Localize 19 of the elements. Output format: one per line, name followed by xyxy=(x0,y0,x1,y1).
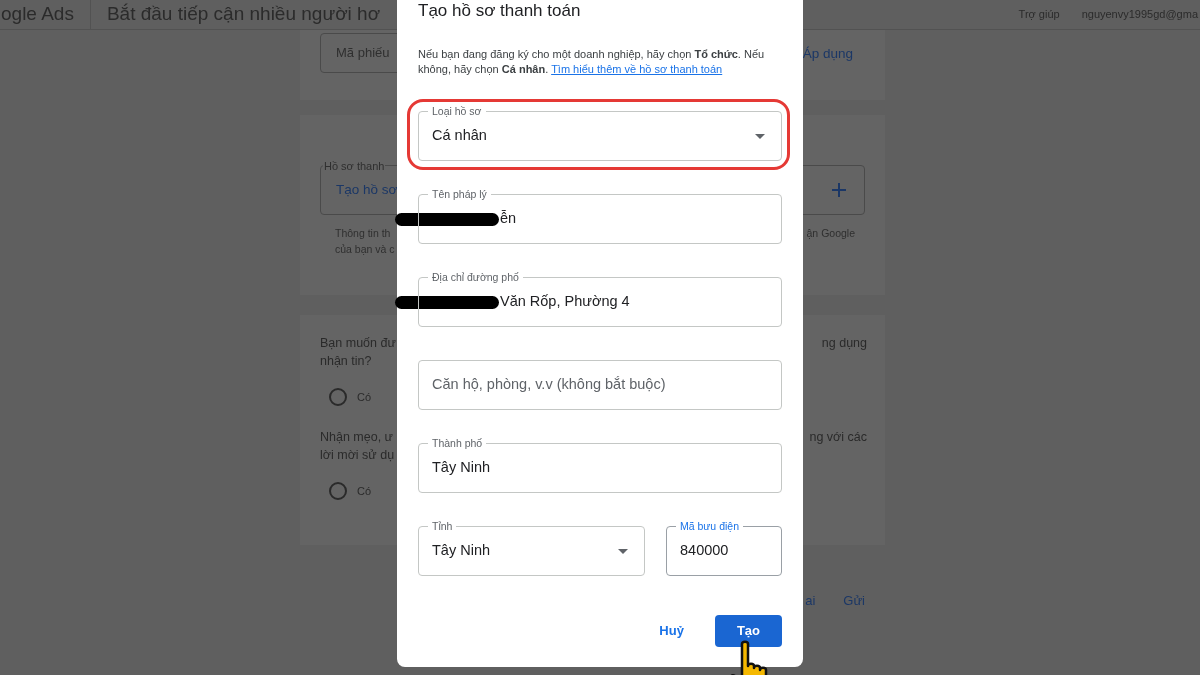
dialog-title: Tạo hồ sơ thanh toán xyxy=(418,1,582,21)
field-value: Tây Ninh xyxy=(432,541,491,561)
question-text: lời mời sử dụ xyxy=(320,447,395,464)
question-text: Bạn muốn đư xyxy=(320,335,396,352)
field-label: Thành phố xyxy=(428,436,487,450)
field-value: Văn Rốp, Phường 4 xyxy=(499,292,630,312)
field-label: Tỉnh xyxy=(428,519,457,533)
field-value: Tây Ninh xyxy=(432,458,491,478)
field-label: Tên pháp lý xyxy=(428,187,491,201)
field-value: 840000 xyxy=(680,541,729,561)
field-placeholder: Căn hộ, phòng, v.v (không bắt buộc) xyxy=(432,375,666,395)
field-label: Địa chỉ đường phố xyxy=(428,270,523,284)
question-text: nhận tin? xyxy=(320,353,373,370)
question-text: ng với các xyxy=(809,429,867,446)
field-label: Loại hồ sơ xyxy=(428,104,486,118)
field-value: Cá nhân xyxy=(432,126,487,146)
description-text: Nếu bạn đang đăng ký cho một doanh nghiệp, hãy chọn Tổ chức. Nếu không, hãy chọn Cá nhân. Tìm hiểu thêm về hồ sơ thanh toán xyxy=(418,47,766,77)
field-label: Mã bưu điện xyxy=(676,519,743,533)
field-value: ễn xyxy=(499,209,517,229)
